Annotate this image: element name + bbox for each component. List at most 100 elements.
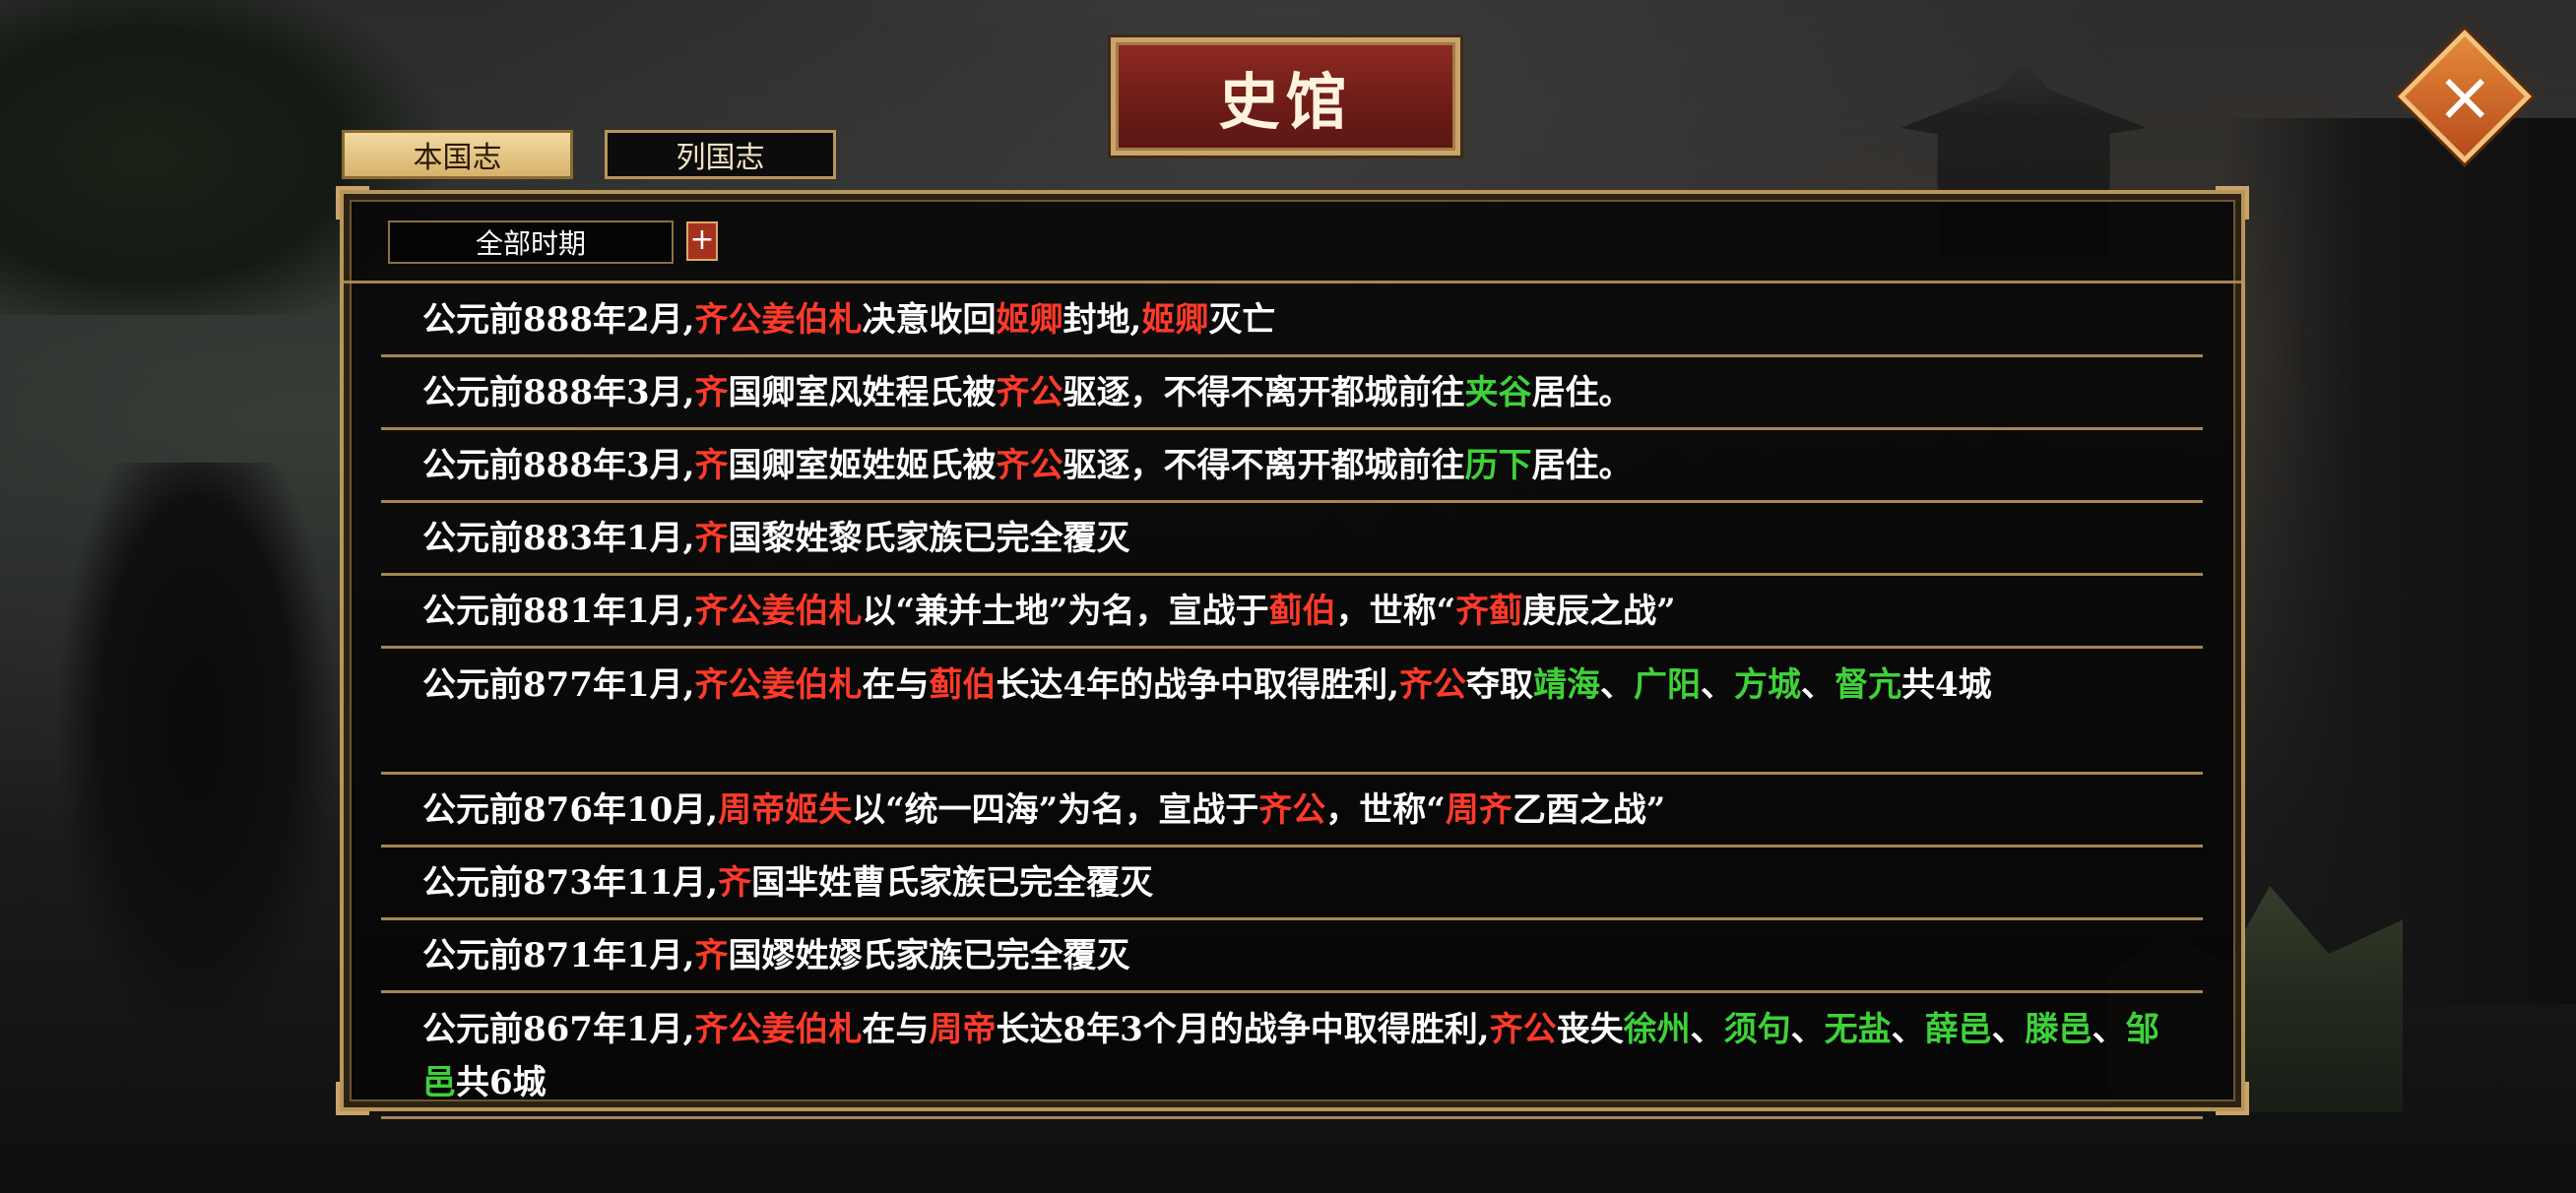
record-entity-name: 齐 <box>694 935 729 975</box>
record-entity-name: 齐公 <box>996 445 1063 485</box>
history-record-text: 公元前867年1月,齐公姜伯札在与周帝长达8年3个月的战争中取得胜利,齐公丧失徐… <box>422 1010 2159 1102</box>
record-entity-name: 周齐 <box>1445 789 1513 830</box>
history-record-text: 公元前877年1月,齐公姜伯札在与蓟伯长达4年的战争中取得胜利,齐公夺取靖海、广… <box>422 665 1992 705</box>
history-record: 公元前881年1月,齐公姜伯札以“兼并土地”为名，宣战于蓟伯，世称“齐蓟庚辰之战… <box>381 576 2203 649</box>
record-text-segment: 夺取 <box>1465 665 1533 705</box>
record-text-segment: ，世称“ <box>1335 591 1456 631</box>
record-place-name: 无盐 <box>1824 1010 1892 1049</box>
record-text-segment: 驱逐，不得不离开都城前往 <box>1063 372 1465 412</box>
filter-bar: 全部时期 + <box>344 194 2241 283</box>
record-text-segment: 国嫪姓嫪氏家族已完全覆灭 <box>728 935 1130 975</box>
record-entity-name: 姬卿 <box>996 299 1063 340</box>
record-place-name: 靖海 <box>1532 665 1600 705</box>
record-place-name: 须句 <box>1723 1010 1791 1049</box>
panel-corner-ornament <box>336 1082 369 1115</box>
record-place-name: 夹谷 <box>1464 372 1532 412</box>
record-text-segment: 灭亡 <box>1208 299 1276 340</box>
record-text-segment: 公元前867年1月, <box>422 1010 695 1049</box>
title-plaque: 史馆 <box>1111 37 1460 156</box>
record-entity-name: 齐公姜伯札 <box>694 591 863 631</box>
record-place-name: 薛邑 <box>1924 1010 1992 1049</box>
record-text-segment: 、 <box>1790 1010 1825 1049</box>
record-entity-name: 蓟伯 <box>1268 591 1336 631</box>
history-record-text: 公元前888年3月,齐国卿室姬姓姬氏被齐公驱逐，不得不离开都城前往历下居住。 <box>422 439 1632 492</box>
record-entity-name: 齐公姜伯札 <box>694 1010 863 1049</box>
history-record: 公元前867年1月,齐公姜伯札在与周帝长达8年3个月的战争中取得胜利,齐公丧失徐… <box>381 993 2203 1119</box>
record-text-segment: 、 <box>1991 1010 2026 1049</box>
record-entity-name: 齐公姜伯札 <box>694 299 863 340</box>
history-record: 公元前883年1月,齐国黎姓黎氏家族已完全覆灭 <box>381 503 2203 576</box>
history-record-text: 公元前888年2月,齐公姜伯札决意收回姬卿封地,姬卿灭亡 <box>422 293 1275 346</box>
record-text-segment: 国芈姓曹氏家族已完全覆灭 <box>751 862 1154 903</box>
record-text-segment: 国卿室风姓程氏被 <box>728 372 997 412</box>
record-text-segment: 、 <box>1700 665 1734 705</box>
period-filter-select[interactable]: 全部时期 <box>388 220 674 264</box>
history-record: 公元前871年1月,齐国嫪姓嫪氏家族已完全覆灭 <box>381 920 2203 993</box>
record-text-segment: 决意收回 <box>862 299 997 340</box>
history-record: 公元前888年3月,齐国卿室风姓程氏被齐公驱逐，不得不离开都城前往夹谷居住。 <box>381 357 2203 430</box>
background-figure <box>59 463 335 1053</box>
record-text-segment: 国黎姓黎氏家族已完全覆灭 <box>728 518 1130 558</box>
record-entity-name: 周帝 <box>929 1010 997 1049</box>
record-place-name: 督亢 <box>1834 665 1901 705</box>
record-text-segment: 、 <box>1599 665 1634 705</box>
record-text-segment: 庚辰之战” <box>1522 591 1676 631</box>
record-entity-name: 齐 <box>718 862 752 903</box>
record-text-segment: 公元前873年11月, <box>422 862 719 903</box>
history-record-text: 公元前876年10月,周帝姬失以“统一四海”为名，宣战于齐公，世称“周齐乙酉之战… <box>422 784 1665 837</box>
record-text-segment: 长达8年3个月的战争中取得胜利, <box>996 1010 1490 1049</box>
history-record: 公元前876年10月,周帝姬失以“统一四海”为名，宣战于齐公，世称“周齐乙酉之战… <box>381 775 2203 848</box>
record-text-segment: 共4城 <box>1900 665 1992 705</box>
panel-corner-ornament <box>2216 1082 2249 1115</box>
record-text-segment: 在与 <box>862 665 930 705</box>
record-entity-name: 齐公姜伯札 <box>694 665 863 705</box>
history-record: 公元前873年11月,齐国芈姓曹氏家族已完全覆灭 <box>381 848 2203 920</box>
record-text-segment: ，世称“ <box>1325 789 1446 830</box>
record-text-segment: 公元前877年1月, <box>422 665 695 705</box>
history-record-list[interactable]: 公元前888年2月,齐公姜伯札决意收回姬卿封地,姬卿灭亡 公元前888年3月,齐国… <box>381 284 2203 1119</box>
record-text-segment: 驱逐，不得不离开都城前往 <box>1063 445 1465 485</box>
record-text-segment: 以“统一四海”为名，宣战于 <box>852 789 1259 830</box>
record-text-segment: 、 <box>1800 665 1835 705</box>
record-place-name: 历下 <box>1464 445 1532 485</box>
period-filter-value: 全部时期 <box>475 227 586 260</box>
tab-own-state[interactable]: 本国志 <box>342 130 573 179</box>
record-place-name: 滕邑 <box>2025 1010 2093 1049</box>
history-record-text: 公元前883年1月,齐国黎姓黎氏家族已完全覆灭 <box>422 512 1129 565</box>
record-entity-name: 齐 <box>694 372 729 412</box>
history-record-text: 公元前873年11月,齐国芈姓曹氏家族已完全覆灭 <box>422 856 1153 910</box>
record-text-segment: 封地, <box>1063 299 1142 340</box>
record-text-segment: 、 <box>2092 1010 2126 1049</box>
record-text-segment: 公元前888年3月, <box>422 445 695 485</box>
record-text-segment: 长达4年的战争中取得胜利, <box>996 665 1399 705</box>
record-text-segment: 、 <box>1891 1010 1925 1049</box>
tab-own-state-label: 本国志 <box>413 141 502 175</box>
record-text-segment: 公元前883年1月, <box>422 518 695 558</box>
record-entity-name: 姬卿 <box>1141 299 1209 340</box>
plus-icon: + <box>689 222 715 257</box>
record-entity-name: 齐蓟 <box>1455 591 1523 631</box>
history-record-text: 公元前881年1月,齐公姜伯札以“兼并土地”为名，宣战于蓟伯，世称“齐蓟庚辰之战… <box>422 585 1676 638</box>
expand-filter-button[interactable]: + <box>686 221 718 261</box>
background-cliff <box>2222 118 2576 1004</box>
record-entity-name: 齐 <box>694 445 729 485</box>
record-text-segment: 、 <box>1690 1010 1724 1049</box>
history-record: 公元前888年3月,齐国卿室姬姓姬氏被齐公驱逐，不得不离开都城前往历下居住。 <box>381 430 2203 503</box>
record-place-name: 广阳 <box>1633 665 1701 705</box>
record-text-segment: 公元前888年2月, <box>422 299 695 340</box>
record-place-name: 徐州 <box>1623 1010 1691 1049</box>
record-text-segment: 乙酉之战” <box>1512 789 1666 830</box>
tab-all-states[interactable]: 列国志 <box>605 130 836 179</box>
history-record: 公元前877年1月,齐公姜伯札在与蓟伯长达4年的战争中取得胜利,齐公夺取靖海、广… <box>381 649 2203 775</box>
record-entity-name: 周帝姬失 <box>718 789 853 830</box>
record-place-name: 方城 <box>1733 665 1801 705</box>
record-text-segment: 国卿室姬姓姬氏被 <box>728 445 997 485</box>
record-text-segment: 共6城 <box>456 1063 547 1102</box>
history-record-text: 公元前871年1月,齐国嫪姓嫪氏家族已完全覆灭 <box>422 929 1129 982</box>
record-text-segment: 在与 <box>862 1010 930 1049</box>
record-text-segment: 丧失 <box>1556 1010 1624 1049</box>
record-text-segment: 以“兼并土地”为名，宣战于 <box>862 591 1269 631</box>
record-entity-name: 蓟伯 <box>929 665 997 705</box>
record-entity-name: 齐公 <box>1489 1010 1557 1049</box>
record-text-segment: 公元前871年1月, <box>422 935 695 975</box>
